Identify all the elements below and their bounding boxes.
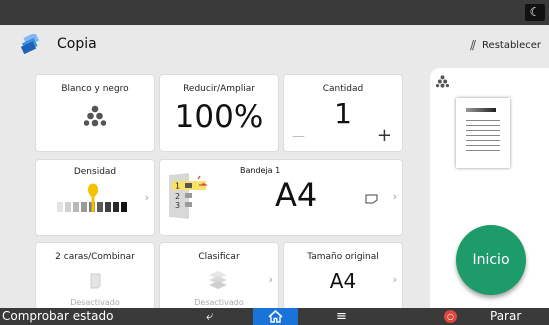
tray-number-1: 1	[175, 182, 180, 191]
original-size-label: Tamaño original	[307, 252, 379, 262]
check-status-button[interactable]: Comprobar estado	[0, 308, 113, 325]
duplex-status: Desactivado	[70, 298, 120, 307]
copy-app-icon	[20, 34, 40, 54]
color-mode-icon	[436, 75, 449, 88]
back-arrow-icon[interactable]: ⤶	[206, 308, 213, 325]
zoom-value: 100%	[174, 99, 264, 135]
duplex-icon	[90, 273, 101, 289]
start-button[interactable]: Inicio	[456, 225, 526, 295]
tray-paper-size: A4	[275, 176, 318, 214]
app-header: Copia // Restablecer	[0, 25, 549, 65]
density-tile[interactable]: Densidad ›	[36, 160, 154, 235]
bottom-bar: Comprobar estado ⤶ ≡ ○ Parar	[0, 308, 549, 325]
color-mode-tile[interactable]: Blanco y negro	[36, 75, 154, 151]
tray-label: Bandeja 1	[240, 166, 281, 175]
reduce-enlarge-tile[interactable]: Reducir/Ampliar 100%	[160, 75, 278, 151]
start-button-label: Inicio	[472, 252, 510, 268]
tray-number-3: 3	[175, 201, 180, 210]
reset-button[interactable]: // Restablecer	[470, 38, 541, 52]
reset-label: Restablecer	[482, 39, 541, 51]
stop-icon[interactable]: ○	[444, 310, 457, 323]
quantity-increase-button[interactable]: +	[377, 125, 392, 146]
home-icon	[268, 310, 283, 323]
quantity-tile: Cantidad 1 — +	[284, 75, 402, 151]
chevron-right-icon: ›	[268, 273, 273, 286]
sort-status: Desactivado	[194, 298, 244, 307]
sort-tile[interactable]: Clasificar › Desactivado	[160, 243, 278, 309]
reduce-enlarge-label: Reducir/Ampliar	[183, 84, 255, 94]
color-mode-icon	[84, 105, 106, 127]
document-preview	[456, 98, 510, 168]
status-bar: ☾	[0, 0, 549, 25]
moon-icon[interactable]: ☾	[525, 4, 545, 21]
paper-orientation-icon	[365, 194, 378, 204]
chevron-right-icon: ›	[392, 273, 397, 286]
sort-icon	[209, 271, 227, 289]
duplex-combine-tile[interactable]: 2 caras/Combinar Desactivado	[36, 243, 154, 309]
tray-number-2: 2	[175, 192, 180, 201]
paper-tray-icon: 1 2 3	[169, 173, 207, 219]
home-button[interactable]	[253, 308, 298, 325]
paper-tray-tile[interactable]: 1 2 3 Bandeja 1 A4 ›	[160, 160, 402, 235]
chevron-right-icon: ›	[144, 191, 149, 204]
original-size-value: A4	[329, 269, 357, 293]
original-size-tile[interactable]: Tamaño original A4 ›	[284, 243, 402, 309]
chevron-right-icon: ›	[392, 190, 397, 203]
duplex-combine-label: 2 caras/Combinar	[55, 252, 135, 262]
sort-label: Clasificar	[198, 252, 240, 262]
reset-icon: //	[469, 38, 476, 52]
color-mode-label: Blanco y negro	[61, 84, 129, 94]
density-scale	[57, 183, 127, 212]
stop-button[interactable]: Parar	[490, 308, 521, 325]
density-label: Densidad	[73, 167, 117, 177]
page-title: Copia	[57, 36, 97, 52]
menu-icon[interactable]: ≡	[336, 308, 347, 325]
quantity-label: Cantidad	[322, 84, 364, 94]
quantity-decrease-button[interactable]: —	[292, 129, 305, 144]
